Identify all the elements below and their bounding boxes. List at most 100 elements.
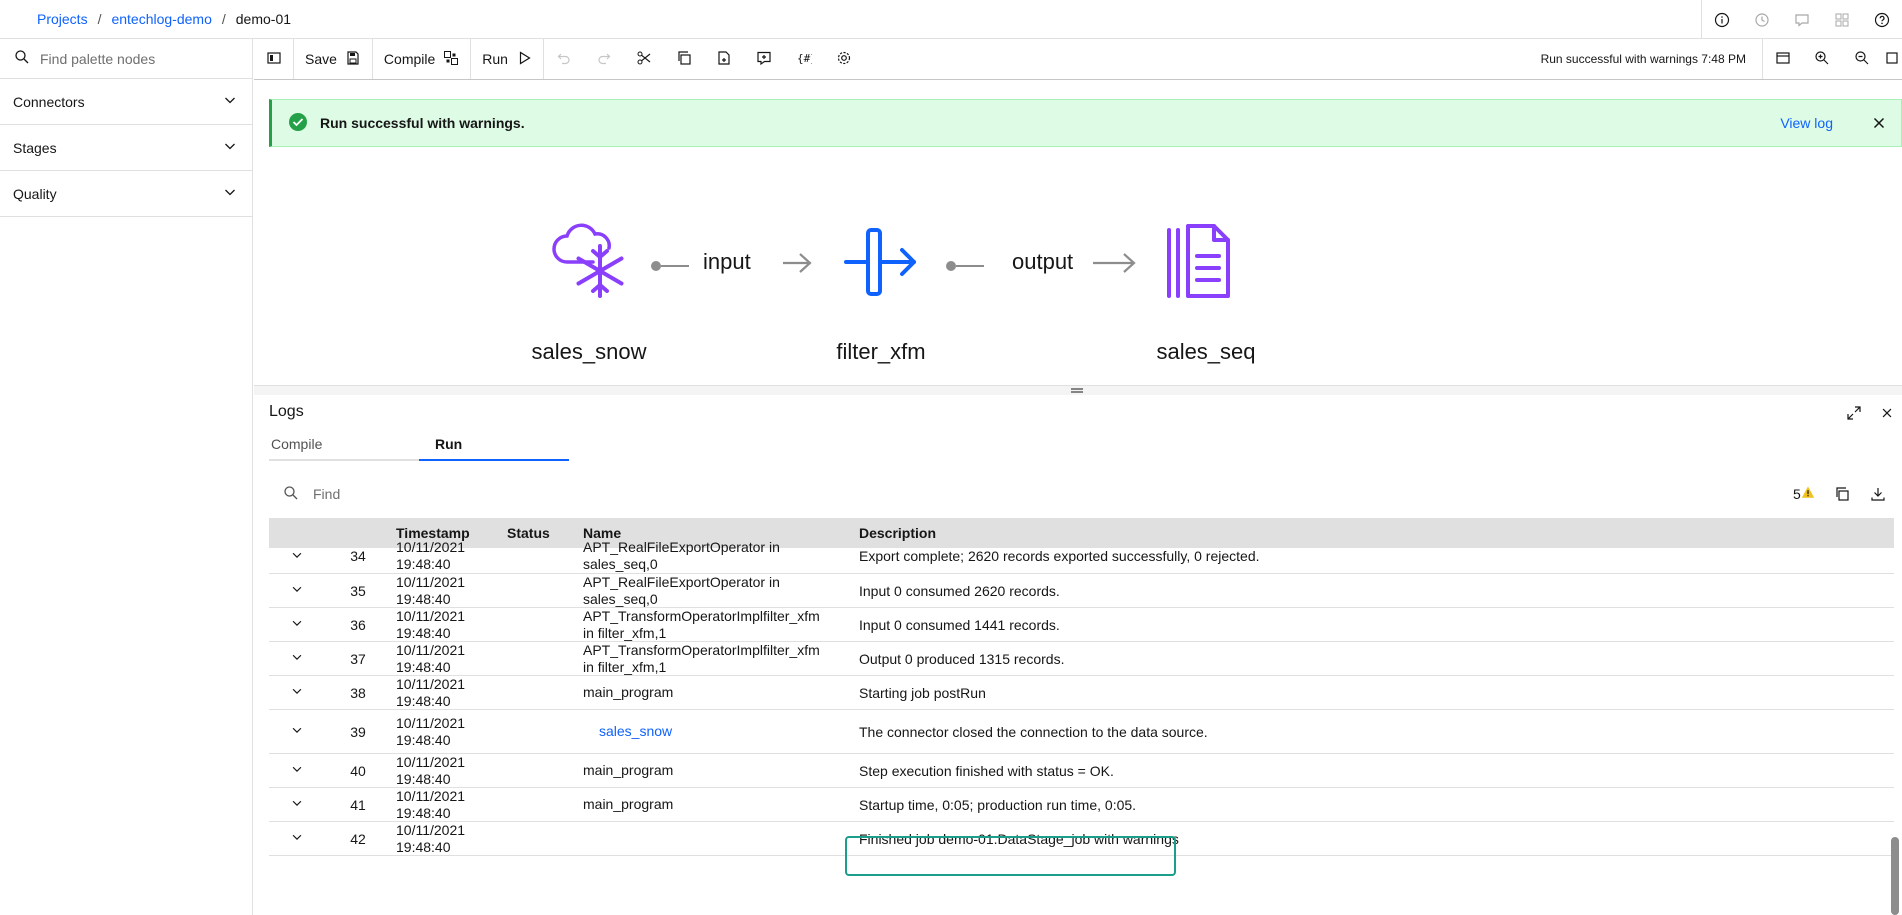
copy-button[interactable] — [664, 39, 704, 79]
help-icon[interactable] — [1862, 0, 1902, 39]
log-timestamp: 10/11/2021 19:48:40 — [392, 788, 504, 822]
log-date: 10/11/2021 — [396, 675, 466, 692]
column-header-description[interactable]: Description — [859, 525, 1894, 541]
save-icon — [337, 50, 361, 69]
gear-icon — [836, 50, 852, 69]
column-header-status[interactable]: Status — [504, 525, 579, 541]
download-icon[interactable] — [1860, 479, 1896, 509]
view-log-link[interactable]: View log — [1780, 115, 1833, 131]
stage-link[interactable]: sales_snow — [599, 723, 672, 739]
expand-row-button[interactable] — [269, 684, 324, 701]
add-comment-button[interactable] — [744, 39, 784, 79]
arrange-button[interactable] — [1762, 39, 1802, 79]
tab-compile[interactable]: Compile — [269, 428, 419, 461]
log-name: APT_RealFileExportOperator in sales_seq,0 — [579, 539, 859, 573]
chevron-down-icon — [290, 830, 304, 847]
tab-run[interactable]: Run — [419, 428, 569, 461]
link-label-input[interactable]: input — [703, 249, 751, 275]
chevron-down-icon — [222, 184, 238, 203]
log-description: Startup time, 0:05; production run time,… — [859, 796, 1137, 813]
snowflake-cloud-icon[interactable] — [549, 222, 629, 302]
settings-apps-icon[interactable] — [1822, 0, 1862, 39]
compile-button[interactable]: Compile — [373, 39, 472, 79]
log-date: 10/11/2021 — [396, 821, 466, 838]
close-icon[interactable] — [1857, 115, 1901, 131]
log-description: Output 0 produced 1315 records. — [859, 650, 1065, 667]
link-label-output[interactable]: output — [1012, 249, 1073, 275]
log-description: The connector closed the connection to t… — [859, 723, 1208, 740]
expand-row-button[interactable] — [269, 548, 324, 565]
log-date: 10/11/2021 — [396, 641, 466, 658]
expand-row-button[interactable] — [269, 723, 324, 740]
save-label: Save — [305, 51, 337, 67]
expand-row-button[interactable] — [269, 830, 324, 847]
log-date: 10/11/2021 — [396, 607, 466, 624]
panel-resize-handle[interactable] — [254, 385, 1902, 395]
table-row[interactable]: 39 10/11/2021 19:48:40 sales_snow The connec… — [269, 710, 1894, 754]
node-label-sales-snow: sales_snow — [531, 339, 647, 364]
log-name-line1: main_program — [583, 762, 674, 778]
breadcrumb: Projects / entechlog-demo / demo-01 — [37, 11, 291, 27]
table-row[interactable]: 38 10/11/2021 19:48:40 main_program Starting… — [269, 676, 1894, 710]
parameters-button[interactable]: {#} — [784, 39, 824, 79]
breadcrumb-project[interactable]: entechlog-demo — [111, 11, 211, 27]
expand-row-button[interactable] — [269, 650, 324, 667]
table-row[interactable]: 34 10/11/2021 19:48:40 APT_RealFileExportOp… — [269, 539, 1894, 574]
expand-row-button[interactable] — [269, 616, 324, 633]
palette-category-connectors[interactable]: Connectors — [0, 79, 252, 125]
compile-label: Compile — [383, 51, 436, 67]
palette-category-stages[interactable]: Stages — [0, 125, 252, 171]
log-time: 19:48:40 — [396, 804, 451, 821]
table-row[interactable]: 37 10/11/2021 19:48:40 APT_TransformOperato… — [269, 642, 1894, 676]
fit-to-screen-button[interactable] — [1882, 39, 1902, 79]
expand-row-button[interactable] — [269, 796, 324, 813]
maximize-icon[interactable] — [1836, 395, 1872, 431]
logs-find-input[interactable] — [313, 486, 1613, 502]
transformer-icon[interactable] — [844, 228, 924, 298]
cut-button[interactable] — [624, 39, 664, 79]
settings-button[interactable] — [824, 39, 864, 79]
log-timestamp: 10/11/2021 19:48:40 — [392, 715, 504, 749]
zoom-out-button[interactable] — [1842, 39, 1882, 79]
info-icon[interactable] — [1702, 0, 1742, 39]
undo-icon — [556, 50, 572, 69]
flow-canvas[interactable]: sales_snow input filter_xfm output sales… — [254, 148, 1902, 385]
chevron-down-icon — [290, 796, 304, 813]
log-time: 19:48:40 — [396, 838, 451, 855]
redo-button[interactable] — [584, 39, 624, 79]
table-row[interactable]: 35 10/11/2021 19:48:40 APT_RealFileExportOp… — [269, 574, 1894, 608]
table-row[interactable]: 40 10/11/2021 19:48:40 main_program Step exe… — [269, 754, 1894, 788]
comment-icon[interactable] — [1782, 0, 1822, 39]
chevron-down-icon — [222, 92, 238, 111]
log-timestamp: 10/11/2021 19:48:40 — [392, 642, 504, 676]
chevron-down-icon — [290, 548, 304, 565]
log-description: Input 0 consumed 2620 records. — [859, 582, 1060, 599]
undo-button[interactable] — [544, 39, 584, 79]
palette-category-quality[interactable]: Quality — [0, 171, 252, 217]
log-description: Starting job postRun — [859, 684, 986, 701]
warning-count[interactable]: 5 — [1793, 485, 1815, 502]
save-button[interactable]: Save — [294, 39, 373, 79]
breadcrumb-projects[interactable]: Projects — [37, 11, 88, 27]
expand-row-button[interactable] — [269, 762, 324, 779]
warning-count-value: 5 — [1793, 485, 1801, 502]
scrollbar-thumb[interactable] — [1891, 837, 1899, 915]
table-row[interactable]: 36 10/11/2021 19:48:40 APT_TransformOperato… — [269, 608, 1894, 642]
copy-icon[interactable] — [1824, 479, 1860, 509]
run-button[interactable]: Run — [471, 39, 544, 79]
log-time: 19:48:40 — [396, 770, 451, 787]
table-row[interactable]: 41 10/11/2021 19:48:40 main_program Startup … — [269, 788, 1894, 822]
history-icon[interactable] — [1742, 0, 1782, 39]
log-name-line1: APT_RealFileExportOperator in — [583, 573, 780, 590]
toggle-palette-button[interactable] — [254, 39, 294, 79]
header-actions — [1701, 0, 1902, 39]
log-time: 19:48:40 — [396, 692, 451, 709]
breadcrumb-separator: / — [221, 11, 226, 27]
paste-button[interactable] — [704, 39, 744, 79]
sequential-file-icon[interactable] — [1166, 224, 1246, 304]
close-icon[interactable] — [1872, 395, 1902, 431]
expand-row-button[interactable] — [269, 582, 324, 599]
palette-search-input[interactable] — [40, 50, 240, 67]
side-panel-icon — [266, 50, 282, 69]
zoom-in-button[interactable] — [1802, 39, 1842, 79]
